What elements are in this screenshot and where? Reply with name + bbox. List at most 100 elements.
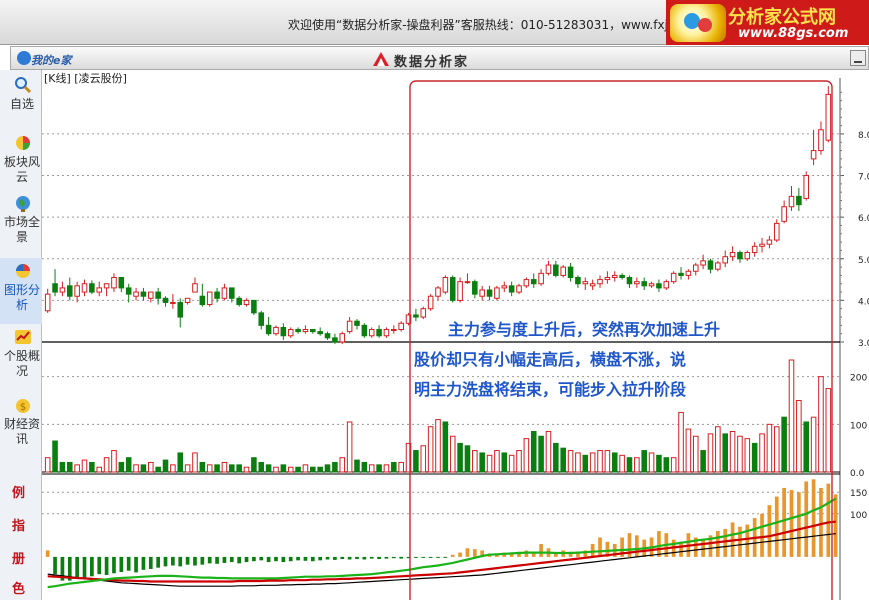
indicator-bar [399,556,404,559]
indicator-bar [745,524,750,557]
left-sidebar: 自选 板块风云 市场全景 图形分析 个股概况 $ 财经资讯 例 指 册 色 [0,70,42,600]
sidebar-item-sectors[interactable]: 板块风云 [0,130,42,196]
site-logo[interactable]: 分析家公式网 www.88gs.com [666,0,869,45]
sidebar-indicator-button[interactable]: 指 [12,515,38,545]
indicator-bar [274,556,278,562]
candle-body [700,260,706,266]
volume-bar [560,447,566,473]
logo-url: www.88gs.com [738,26,849,41]
indicator-bar [97,556,102,575]
indicator-bar [635,535,639,557]
candle-body [818,129,824,152]
volume-bar [339,457,346,473]
sidebar-color-button[interactable]: 色 [12,578,38,600]
brand-label[interactable]: 我的e家 [31,52,71,68]
volume-bar [302,464,309,473]
candle-body [118,277,125,289]
volume-bar [52,440,58,473]
indicator-bar [178,556,183,567]
annotation-line: 明主力洗盘将结束，可能步入拉升阶段 [414,380,687,399]
volume-bar [251,457,257,473]
volume-bar [464,445,471,473]
candle-body [464,281,471,284]
volume-bar [140,464,147,473]
volume-bar [96,466,103,473]
price-tick-label: 7.0 [858,173,869,183]
price-tick-label: 8.0 [858,131,869,141]
indicator-bar [811,479,816,557]
candle-body [759,243,765,247]
volume-bar [155,466,161,473]
indicator-bar [421,556,426,558]
candle-body [170,301,176,304]
candle-body [74,285,80,297]
volume-bar [773,426,780,473]
candle-body [597,279,603,285]
indicator-bar [767,505,772,557]
candle-body [221,287,228,299]
candle-body [376,329,382,337]
candle-body [567,266,574,278]
candle-body [265,324,272,335]
home-e-icon[interactable] [17,51,31,65]
volume-bar [398,461,404,473]
sidebar-item-watchlist[interactable]: 自选 [0,72,42,138]
volume-bar [604,450,611,473]
indicator-bar [200,556,205,565]
volume-bar [648,452,655,473]
indicator-bar [171,556,175,566]
chart-pie-icon [16,264,30,278]
candle-body [715,262,721,270]
kline-tab[interactable]: [K线] [44,72,71,85]
candle-body [766,239,773,245]
candle-body [803,175,810,199]
candle-body [472,281,478,295]
indicator-bar [310,556,315,562]
volume-bar [391,461,397,473]
candle-body [302,329,309,333]
volume-bar [383,464,390,473]
volume-bar [656,454,662,473]
indicator-bar [355,556,359,560]
volume-bar [634,457,640,473]
sidebar-manual-button[interactable]: 册 [12,548,38,578]
volume-bar [707,433,714,473]
sidebar-item-news[interactable]: $ 财经资讯 [0,392,42,458]
chart-area[interactable]: 3.04.05.06.07.08.00.0100200100150 [K线] [… [42,70,869,600]
indicator-bar [657,531,661,557]
indicator-bar [804,481,809,557]
volume-tick-label: 100 [850,421,867,431]
sidebar-item-stock-profile[interactable]: 个股概况 [0,324,42,390]
minimize-button[interactable] [850,50,866,66]
indicator-bar [782,487,786,557]
candle-body [214,291,220,299]
candle-body [611,274,618,279]
indicator-bar [819,487,823,557]
volume-bar [310,466,316,473]
volume-bar [722,433,728,473]
trend-card-icon [15,330,31,344]
candle-body [398,322,404,331]
candle-body [486,289,493,297]
indicator-bar [141,556,146,570]
sidebar-example-button[interactable]: 例 [12,482,38,512]
candle-body [663,281,670,289]
candle-body [751,245,758,254]
indicator-bar [119,556,124,572]
candle-body [678,272,684,276]
indicator-bar [148,556,153,569]
pie-chart-icon [16,136,30,150]
candle-body [44,293,51,312]
indicator-bar [163,556,168,567]
indicator-bar [252,556,256,562]
indicator-bar [82,556,87,578]
indicator-bar [436,556,440,558]
candle-body [140,291,147,297]
indicator-bar [45,550,50,557]
sidebar-item-chart-analysis[interactable]: 图形分析 [0,258,42,324]
candle-body [229,287,235,299]
volume-bar [545,430,552,473]
candle-body [155,291,161,299]
candle-body [722,256,728,264]
sidebar-item-market[interactable]: 市场全景 [0,190,42,256]
